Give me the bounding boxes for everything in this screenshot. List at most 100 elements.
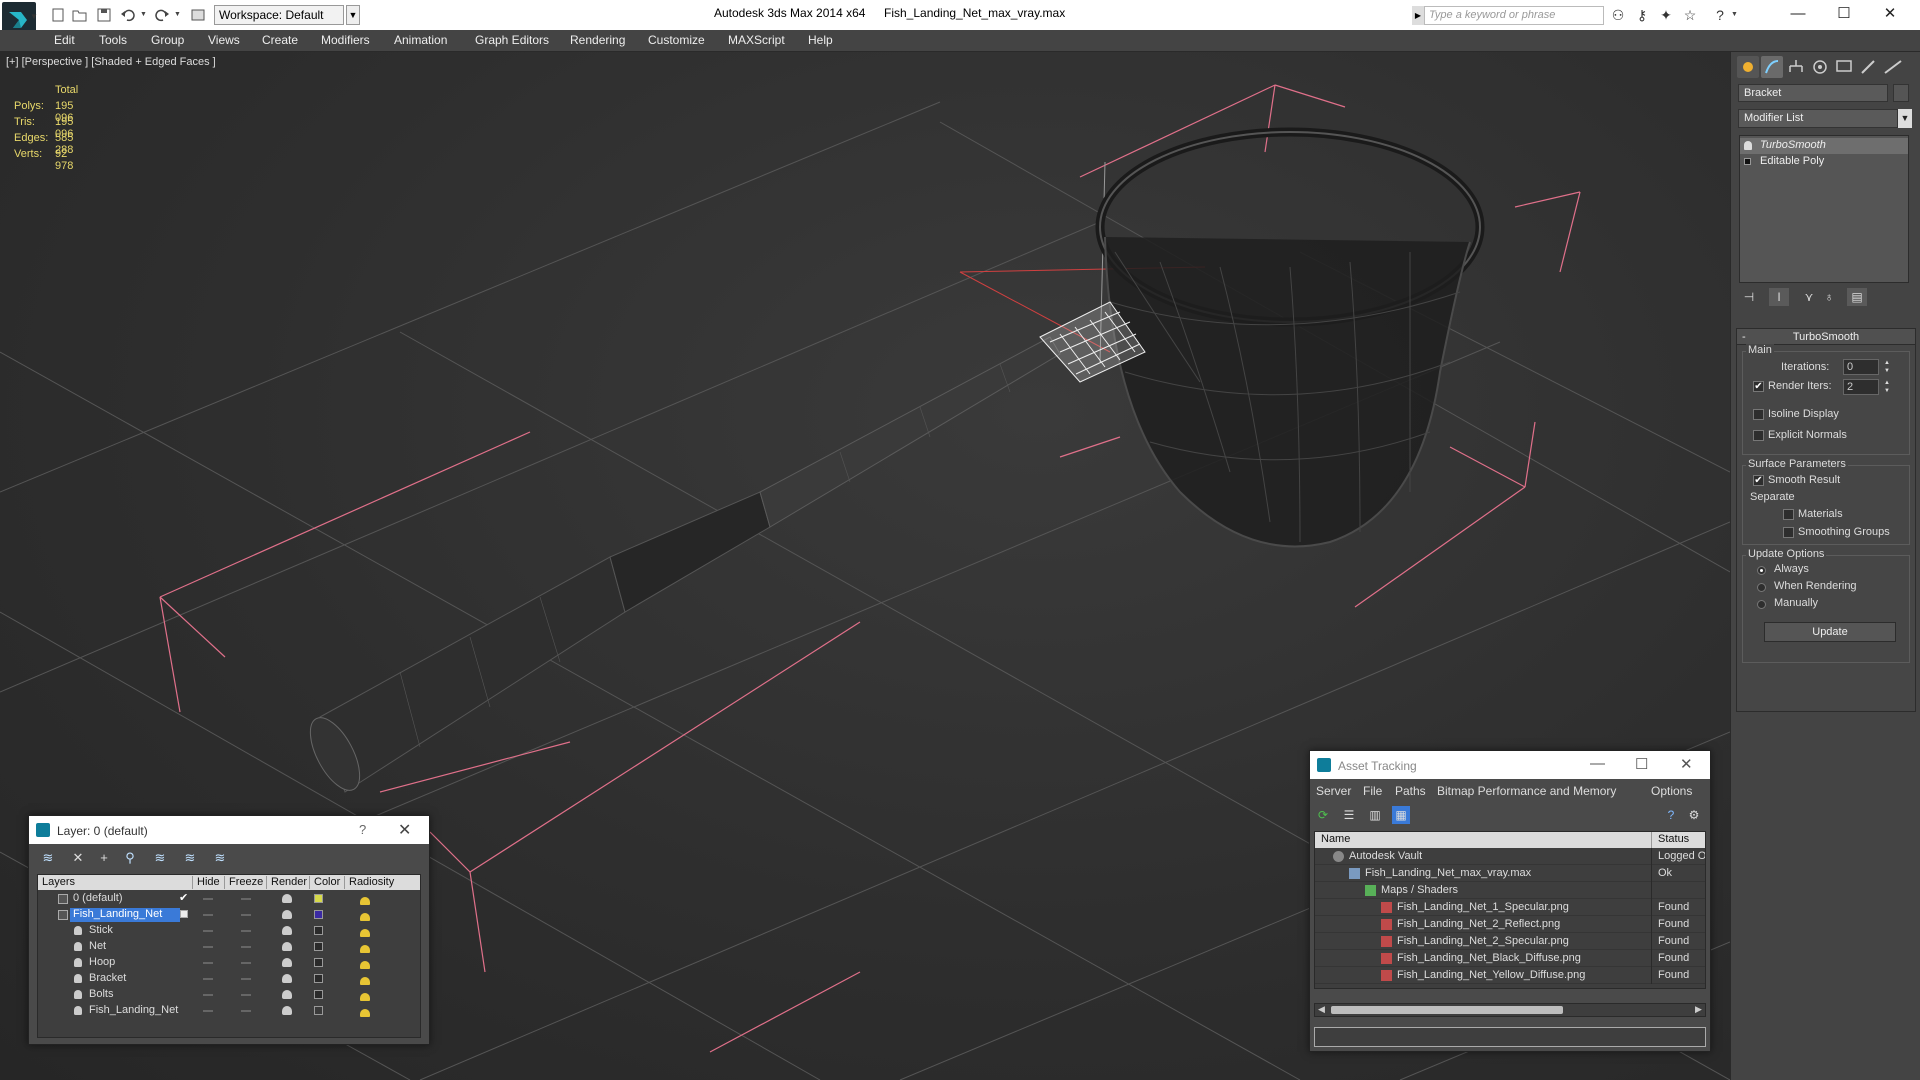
make-current-icon[interactable] xyxy=(180,910,188,918)
workspace-dropdown-arrow-icon[interactable]: ▼ xyxy=(346,5,360,25)
hide-all-icon[interactable]: ≋ xyxy=(179,849,201,867)
hide-toggle[interactable] xyxy=(203,978,213,980)
lightbulb-icon[interactable] xyxy=(1744,141,1752,150)
freeze-toggle[interactable] xyxy=(241,1010,251,1012)
minimize-button[interactable]: — xyxy=(1590,755,1605,772)
options-icon[interactable]: ⚙ xyxy=(1685,806,1703,824)
column-radiosity[interactable]: Radiosity xyxy=(344,876,394,889)
create-layer-icon[interactable]: ≋ xyxy=(37,849,59,867)
object-name-field[interactable]: Bracket xyxy=(1738,84,1888,102)
menu-server[interactable]: Server xyxy=(1316,784,1351,798)
object-color-swatch[interactable] xyxy=(314,942,323,951)
modifier-list-dropdown[interactable]: Modifier List xyxy=(1738,109,1898,128)
stack-item-turbosmooth[interactable]: TurboSmooth xyxy=(1740,138,1908,154)
separate-smoothing-groups-checkbox[interactable] xyxy=(1783,527,1794,538)
column-name[interactable]: Name xyxy=(1321,833,1350,845)
object-color-swatch[interactable] xyxy=(314,990,323,999)
utilities-icon[interactable] xyxy=(1857,56,1879,78)
object-name[interactable]: Fish_Landing_Net xyxy=(86,1004,181,1018)
object-name[interactable]: Bracket xyxy=(86,972,129,986)
layer-window-titlebar[interactable]: Layer: 0 (default) ? ✕ xyxy=(29,816,429,844)
layer-row-default[interactable]: 0 (default) ✔ xyxy=(38,891,420,907)
isoline-display-checkbox[interactable] xyxy=(1753,409,1764,420)
workspace-dropdown[interactable]: Workspace: Default xyxy=(214,5,344,25)
hide-toggle[interactable] xyxy=(203,1010,213,1012)
search-input[interactable]: Type a keyword or phrase xyxy=(1424,6,1604,25)
hide-toggle[interactable] xyxy=(203,962,213,964)
app-menu-arrow-icon[interactable]: ▼ xyxy=(30,12,38,21)
key-icon[interactable]: ⚷ xyxy=(1633,7,1651,23)
scrollbar-thumb[interactable] xyxy=(1331,1006,1563,1014)
close-button[interactable]: ✕ xyxy=(1680,755,1693,773)
asset-window-titlebar[interactable]: Asset Tracking — ☐ ✕ xyxy=(1310,751,1710,779)
radiosity-icon[interactable] xyxy=(359,940,371,954)
hierarchy-icon[interactable] xyxy=(1785,56,1807,78)
remove-modifier-icon[interactable]: ♁ xyxy=(1819,288,1839,306)
column-freeze[interactable]: Freeze xyxy=(224,876,263,889)
object-color-swatch[interactable] xyxy=(1893,84,1909,102)
scroll-right-icon[interactable]: ▶ xyxy=(1695,1004,1702,1015)
pin-stack-icon[interactable]: ⊣ xyxy=(1739,288,1759,306)
make-unique-icon[interactable]: ⋎ xyxy=(1799,288,1819,306)
viewport-label[interactable]: [+] [Perspective ] [Shaded + Edged Faces… xyxy=(6,56,216,68)
hide-toggle[interactable] xyxy=(203,914,213,916)
object-row-stick[interactable]: Stick xyxy=(38,923,420,939)
asset-row-map[interactable]: Fish_Landing_Net_Black_Diffuse.png Found xyxy=(1315,950,1705,967)
radiosity-icon[interactable] xyxy=(359,988,371,1002)
freeze-toggle[interactable] xyxy=(241,898,251,900)
object-name[interactable]: Net xyxy=(86,940,109,954)
asset-row-map[interactable]: Fish_Landing_Net_Yellow_Diffuse.png Foun… xyxy=(1315,967,1705,984)
menu-tools[interactable]: Tools xyxy=(99,33,127,47)
create-icon[interactable] xyxy=(1737,56,1759,78)
render-teapot-icon[interactable] xyxy=(282,1006,292,1015)
stack-item-editable-poly[interactable]: Editable Poly xyxy=(1740,154,1908,170)
maximize-button[interactable]: ☐ xyxy=(1821,2,1867,26)
column-render[interactable]: Render xyxy=(266,876,307,889)
hide-toggle[interactable] xyxy=(203,994,213,996)
object-row-bolts[interactable]: Bolts xyxy=(38,987,420,1003)
object-row-hoop[interactable]: Hoop xyxy=(38,955,420,971)
radiosity-icon[interactable] xyxy=(359,892,371,906)
refresh-icon[interactable]: ⟳ xyxy=(1314,806,1332,824)
hide-toggle[interactable] xyxy=(203,930,213,932)
add-to-layer-icon[interactable]: + xyxy=(93,849,115,867)
asset-row-map[interactable]: Fish_Landing_Net_1_Specular.png Found xyxy=(1315,899,1705,916)
list-view-icon[interactable]: ☰ xyxy=(1340,806,1358,824)
menu-group[interactable]: Group xyxy=(151,33,184,47)
undo-icon[interactable] xyxy=(120,7,136,23)
horizontal-scrollbar[interactable]: ◀ ▶ xyxy=(1314,1003,1706,1017)
new-file-icon[interactable] xyxy=(50,7,66,23)
turbosmooth-rollout-header[interactable]: - TurboSmooth xyxy=(1737,329,1915,345)
update-manually-radio[interactable] xyxy=(1757,600,1766,609)
close-button[interactable]: ✕ xyxy=(1867,2,1913,26)
panel-scroll-icon[interactable] xyxy=(1881,56,1911,78)
highlight-layer-icon[interactable]: ≋ xyxy=(149,849,171,867)
object-row-fish-landing-net[interactable]: Fish_Landing_Net xyxy=(38,1003,420,1019)
scroll-left-icon[interactable]: ◀ xyxy=(1318,1004,1325,1015)
render-teapot-icon[interactable] xyxy=(282,910,292,919)
search-expand-icon[interactable]: ▶ xyxy=(1412,6,1424,25)
render-teapot-icon[interactable] xyxy=(282,942,292,951)
radiosity-icon[interactable] xyxy=(359,908,371,922)
object-color-swatch[interactable] xyxy=(314,1006,323,1015)
show-end-result-icon[interactable]: Ι xyxy=(1769,288,1789,306)
render-iters-checkbox[interactable]: ✔ xyxy=(1753,381,1764,392)
detail-view-icon[interactable]: ▥ xyxy=(1366,806,1384,824)
motion-icon[interactable] xyxy=(1809,56,1831,78)
rollout-collapse-icon[interactable]: - xyxy=(1742,329,1746,345)
open-icon[interactable] xyxy=(72,7,88,23)
delete-layer-icon[interactable]: ✕ xyxy=(67,849,89,867)
menu-edit[interactable]: Edit xyxy=(54,33,75,47)
render-teapot-icon[interactable] xyxy=(282,926,292,935)
asset-row-maps-shaders[interactable]: Maps / Shaders xyxy=(1315,882,1705,899)
menu-modifiers[interactable]: Modifiers xyxy=(321,33,370,47)
freeze-toggle[interactable] xyxy=(241,946,251,948)
minimize-button[interactable]: — xyxy=(1775,2,1821,26)
menu-file[interactable]: File xyxy=(1363,784,1382,798)
iterations-spinner[interactable]: 0 xyxy=(1843,359,1879,375)
menu-create[interactable]: Create xyxy=(262,33,298,47)
freeze-all-icon[interactable]: ≋ xyxy=(209,849,231,867)
object-color-swatch[interactable] xyxy=(314,974,323,983)
freeze-toggle[interactable] xyxy=(241,978,251,980)
satellite-icon[interactable]: ✦ xyxy=(1657,7,1675,23)
